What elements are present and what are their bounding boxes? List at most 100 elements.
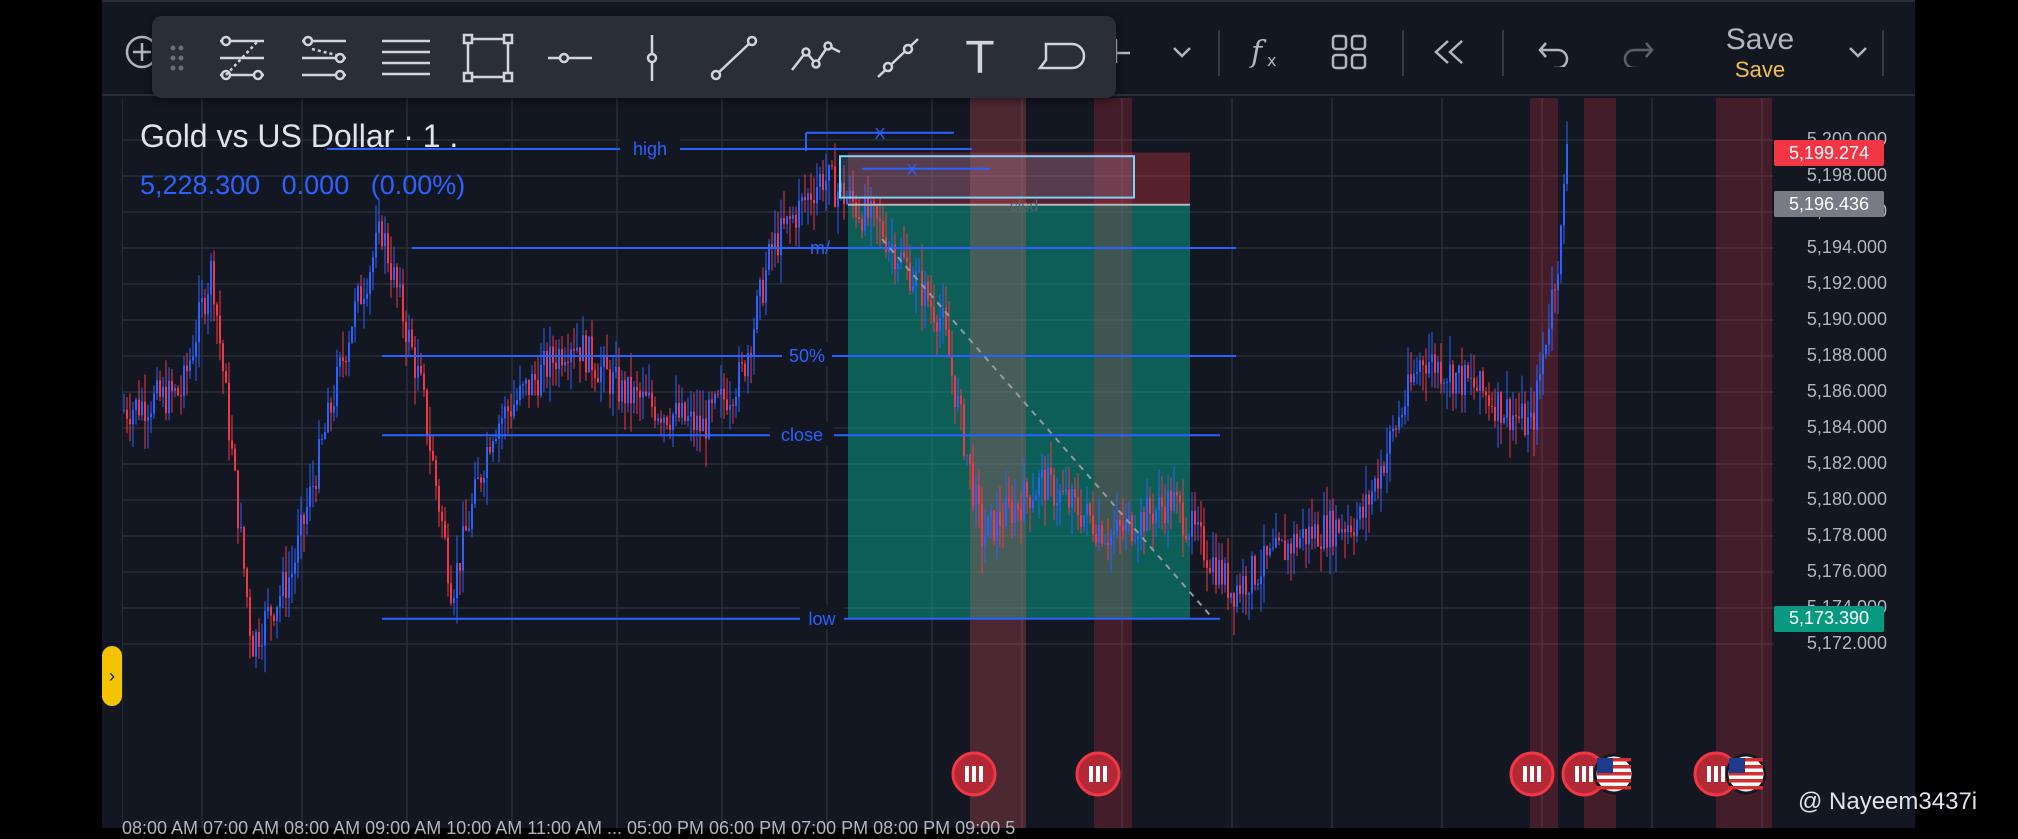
candle-body	[336, 366, 338, 407]
candle-body	[1305, 529, 1307, 545]
candle-body	[579, 347, 581, 362]
candle-body	[297, 535, 299, 563]
candle-body	[288, 577, 290, 598]
candle-body	[1116, 519, 1118, 532]
horizontal-line-icon[interactable]	[542, 32, 598, 84]
parallel-lines-icon[interactable]	[378, 32, 434, 84]
candle-body	[555, 362, 557, 370]
candle-body	[1503, 417, 1505, 423]
candle-body	[1389, 431, 1391, 454]
candle-body	[996, 511, 998, 541]
svg-text:x: x	[1267, 51, 1276, 70]
candle-body	[213, 260, 215, 305]
event-bar	[972, 766, 976, 782]
fib-channel-icon[interactable]	[296, 32, 352, 84]
redo-icon[interactable]	[1612, 28, 1662, 76]
candle-body	[1296, 534, 1298, 548]
candle-body	[1449, 364, 1451, 382]
candle-body	[786, 216, 788, 224]
candle-body	[1224, 563, 1226, 585]
candle-body	[858, 217, 860, 219]
separator	[1882, 30, 1884, 76]
save-dropdown-icon[interactable]	[1838, 28, 1878, 76]
candle-body	[885, 237, 887, 252]
chevron-down-icon[interactable]	[1162, 28, 1202, 76]
candle-body	[1092, 515, 1094, 535]
candle-body	[405, 321, 407, 343]
rectangle-icon[interactable]	[460, 32, 516, 84]
candle-body	[501, 418, 503, 424]
symbol-title[interactable]: Gold vs US Dollar · 1 .	[140, 118, 458, 155]
candle-body	[726, 399, 728, 411]
vertical-line-icon[interactable]	[624, 32, 680, 84]
candle-body	[921, 270, 923, 306]
candle-body	[948, 329, 950, 358]
layout-grid-icon[interactable]	[1324, 28, 1374, 76]
candle-body	[249, 597, 251, 636]
path-icon[interactable]	[788, 32, 844, 84]
fx-icon[interactable]: fx	[1242, 28, 1292, 76]
callout-icon[interactable]	[1034, 32, 1090, 84]
candle-body	[816, 187, 818, 204]
candle-body	[1221, 559, 1223, 585]
candle-body	[1290, 543, 1292, 554]
candle-body	[702, 418, 704, 432]
candle-body	[714, 393, 716, 404]
drag-handle-icon[interactable]	[162, 32, 192, 84]
candle-body	[417, 365, 419, 378]
candle-body	[672, 414, 674, 430]
event-bar	[1721, 766, 1725, 782]
candle-body	[801, 197, 803, 201]
candle-body	[618, 366, 620, 402]
candle-body	[729, 404, 731, 411]
candle-body	[1452, 364, 1454, 394]
candle-body	[207, 294, 209, 315]
candle-body	[1233, 592, 1235, 607]
text-icon[interactable]: T	[952, 32, 1008, 84]
chart-canvas[interactable]: high m/50% close low clsd X X	[122, 98, 1774, 828]
side-panel-toggle[interactable]: ›	[102, 646, 122, 706]
candle-body	[1164, 506, 1166, 524]
candle-body	[1530, 412, 1532, 418]
candle-body	[1125, 519, 1127, 531]
candle-body	[255, 631, 257, 657]
candle-body	[1149, 497, 1151, 515]
save-button[interactable]: Save Save	[1700, 22, 1820, 86]
us-flag-icon	[1725, 753, 1767, 795]
price-axis[interactable]: 5,200.0005,198.0005,196.0005,194.0005,19…	[1774, 98, 1915, 828]
segment-icon[interactable]	[870, 32, 926, 84]
candle-body	[942, 308, 944, 318]
candle-body	[384, 233, 386, 247]
candle-body	[480, 477, 482, 483]
candle-body	[291, 573, 293, 578]
undo-icon[interactable]	[1530, 28, 1580, 76]
candle-body	[1248, 593, 1250, 595]
candle-body	[1272, 547, 1274, 549]
candle-body	[831, 165, 833, 167]
candle-body	[159, 380, 161, 397]
time-axis[interactable]: 08:00 AM 07:00 AM 08:00 AM 09:00 AM 10:0…	[122, 818, 1015, 839]
candle-body	[1179, 495, 1181, 503]
candle-body	[1215, 557, 1217, 585]
candle-body	[762, 279, 764, 303]
candle-body	[1536, 380, 1538, 430]
candle-body	[792, 215, 794, 219]
price-change: 0.000	[281, 170, 350, 200]
candle-body	[1218, 559, 1220, 585]
candle-body	[252, 635, 254, 657]
candle-body	[939, 317, 941, 332]
candle-body	[678, 402, 680, 418]
candle-body	[525, 379, 527, 385]
candle-body	[447, 537, 449, 584]
candle-body	[903, 252, 905, 258]
trend-line-icon[interactable]	[706, 32, 762, 84]
candle-body	[1002, 525, 1004, 527]
candle-body	[177, 388, 179, 396]
candle-body	[1023, 482, 1025, 521]
candle-body	[1122, 525, 1124, 531]
event-bar	[1714, 766, 1718, 782]
candle-body	[1551, 289, 1553, 329]
replay-icon[interactable]	[1424, 28, 1474, 76]
pitchfork-icon[interactable]	[214, 32, 270, 84]
candle-body	[1068, 489, 1070, 508]
